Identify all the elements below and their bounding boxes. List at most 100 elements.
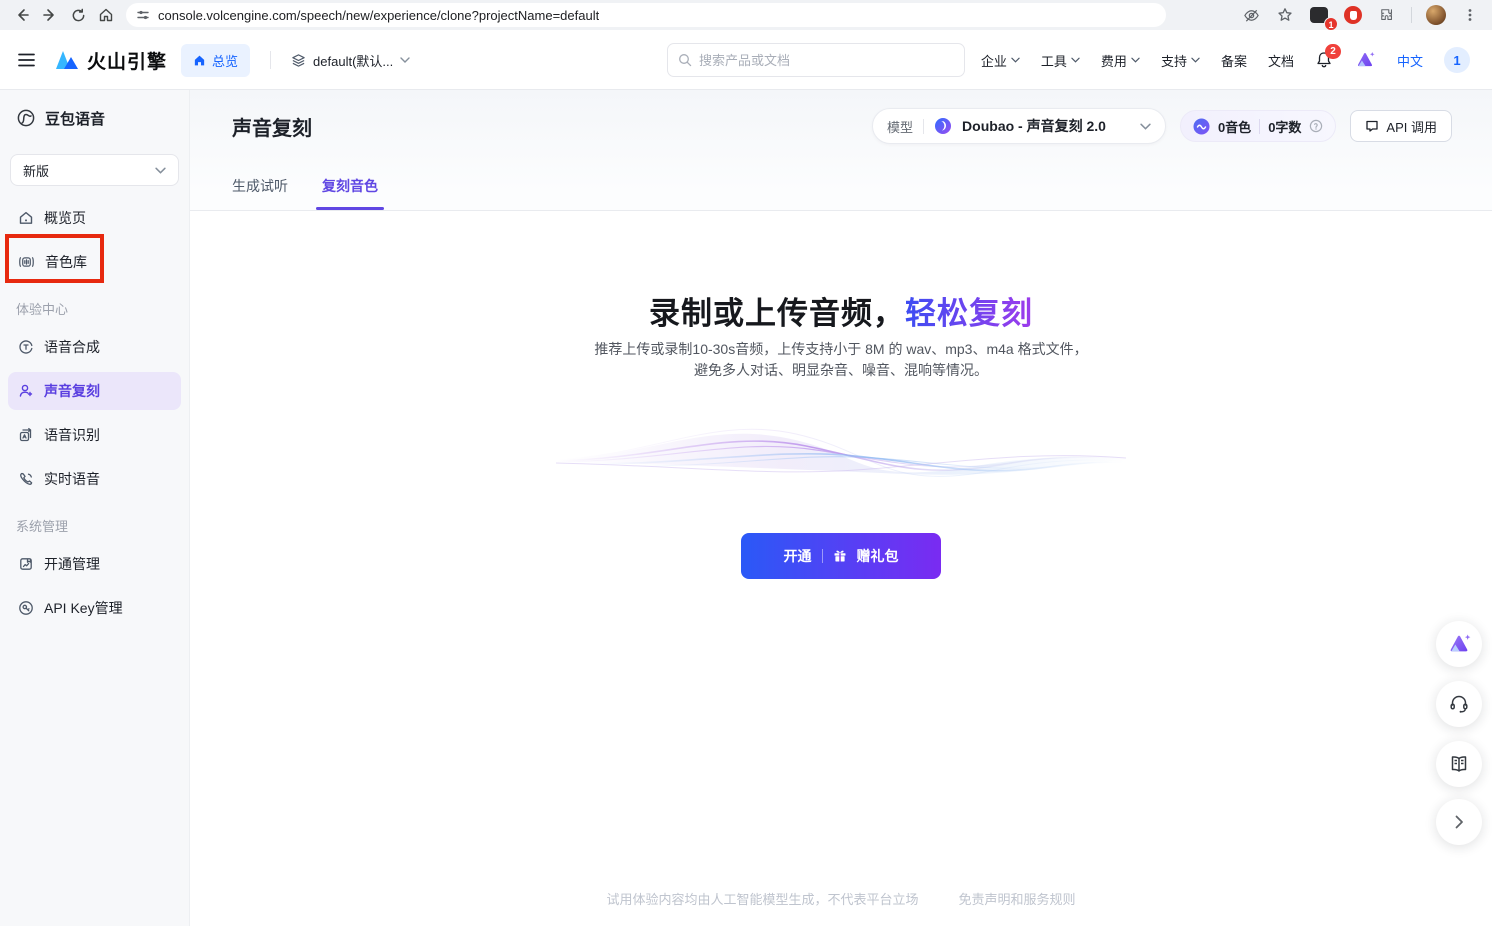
float-docs-button[interactable] [1436, 741, 1482, 787]
usage-voices: 0音色 [1218, 117, 1251, 136]
chevron-down-icon [155, 167, 166, 174]
back-icon[interactable] [8, 3, 36, 27]
sidebar-item-realtime[interactable]: 实时语音 [8, 460, 181, 498]
hero-title-accent: 轻松复刻 [905, 296, 1033, 331]
activate-gift-button[interactable]: 开通 赠礼包 [741, 533, 941, 579]
cta-open-label: 开通 [784, 546, 812, 566]
product-title: 豆包语音 [45, 108, 105, 129]
tab-clone-voice[interactable]: 复刻音色 [322, 176, 378, 210]
headset-icon [1448, 693, 1470, 715]
sidebar-item-label: API Key管理 [44, 598, 123, 618]
nav-billing[interactable]: 费用 [1101, 51, 1140, 70]
nav-billing-label: 费用 [1101, 51, 1127, 70]
float-collapse-button[interactable] [1436, 799, 1482, 845]
main-header: 声音复刻 模型 Doubao - 声音复刻 2.0 0音色 0字数 [190, 90, 1492, 211]
sidebar-section-system: 系统管理 [0, 504, 189, 545]
language-switcher[interactable]: 中文 [1397, 51, 1423, 70]
doubao-voice-logo-icon [16, 108, 36, 128]
chevron-down-icon [1140, 123, 1151, 130]
chevron-right-icon [1454, 815, 1464, 829]
privacy-eye-off-icon[interactable] [1237, 3, 1265, 27]
footer-disclaimer: 试用体验内容均由人工智能模型生成，不代表平台立场 [606, 889, 918, 908]
forward-icon[interactable] [36, 3, 64, 27]
site-settings-icon[interactable] [136, 8, 150, 22]
user-avatar[interactable]: 1 [1444, 47, 1470, 73]
api-call-button[interactable]: API 调用 [1350, 110, 1452, 142]
model-label: 模型 [887, 117, 913, 136]
version-label: 新版 [23, 161, 155, 180]
sidebar-item-label: 实时语音 [44, 469, 100, 489]
chevron-down-icon [1071, 57, 1080, 63]
doubao-model-icon [934, 117, 952, 135]
search-icon [678, 53, 692, 67]
sidebar-item-voice-library[interactable]: 音色库 [8, 243, 181, 281]
activation-doc-icon [18, 556, 34, 572]
hero-description: 推荐上传或录制10-30s音频，上传支持小于 8M 的 wav、mp3、m4a … [190, 339, 1492, 381]
api-call-label: API 调用 [1386, 117, 1437, 136]
quota-wave-icon [1193, 118, 1210, 135]
usage-chars: 0字数 [1268, 117, 1301, 136]
address-bar[interactable]: console.volcengine.com/speech/new/experi… [126, 3, 1166, 27]
hero-title: 录制或上传音频，轻松复刻 [190, 288, 1492, 333]
nav-tools-label: 工具 [1041, 51, 1067, 70]
logo-text: 火山引擎 [87, 47, 167, 74]
notification-badge: 2 [1325, 44, 1341, 59]
bookmark-star-icon[interactable] [1271, 3, 1299, 27]
sidebar-item-label: 语音合成 [44, 337, 100, 357]
nav-docs-label: 文档 [1268, 51, 1294, 70]
volcengine-mountain-icon [54, 48, 80, 72]
volcengine-logo[interactable]: 火山引擎 [54, 47, 167, 74]
cta-gift-label: 赠礼包 [857, 546, 899, 566]
sidebar-item-activation[interactable]: 开通管理 [8, 545, 181, 583]
api-key-icon [18, 600, 34, 616]
page-title: 声音复刻 [232, 112, 312, 141]
tab-generate-audition[interactable]: 生成试听 [232, 176, 288, 210]
sidebar-item-asr[interactable]: 语音识别 [8, 416, 181, 454]
nav-tools[interactable]: 工具 [1041, 51, 1080, 70]
hamburger-menu-icon[interactable] [12, 48, 40, 72]
model-value: Doubao - 声音复刻 2.0 [962, 116, 1106, 136]
sidebar-item-label: 声音复刻 [44, 381, 100, 401]
extension-app-icon[interactable]: 1 [1305, 3, 1333, 27]
home-icon[interactable] [92, 3, 120, 27]
nav-icp[interactable]: 备案 [1221, 51, 1247, 70]
search-input[interactable] [699, 53, 954, 68]
model-selector[interactable]: 模型 Doubao - 声音复刻 2.0 [872, 108, 1166, 144]
chevron-down-icon [1191, 57, 1200, 63]
version-select[interactable]: 新版 [10, 154, 179, 186]
voice-library-icon [18, 254, 35, 270]
footer-terms-link[interactable]: 免责声明和服务规则 [959, 889, 1076, 908]
notification-bell-icon[interactable]: 2 [1315, 51, 1333, 69]
ai-assistant-icon[interactable] [1354, 50, 1376, 70]
sidebar-item-label: 语音识别 [44, 425, 100, 445]
browser-profile-avatar[interactable] [1422, 3, 1450, 27]
nav-enterprise-label: 企业 [981, 51, 1007, 70]
sidebar-item-voice-clone[interactable]: 声音复刻 [8, 372, 181, 410]
product-header[interactable]: 豆包语音 [0, 90, 189, 130]
nav-enterprise[interactable]: 企业 [981, 51, 1020, 70]
extensions-puzzle-icon[interactable] [1373, 3, 1401, 27]
sidebar-item-api-key[interactable]: API Key管理 [8, 589, 181, 627]
nav-support[interactable]: 支持 [1161, 51, 1200, 70]
sidebar-item-label: 开通管理 [44, 554, 100, 574]
chevron-down-icon [1011, 57, 1020, 63]
help-circle-icon[interactable] [1309, 119, 1323, 133]
refresh-icon[interactable] [64, 3, 92, 27]
sidebar-item-tts[interactable]: 语音合成 [8, 328, 181, 366]
ai-mountain-icon [1446, 632, 1472, 656]
overview-label: 总览 [212, 51, 238, 70]
adblock-icon[interactable] [1339, 3, 1367, 27]
float-support-button[interactable] [1436, 681, 1482, 727]
chevron-down-icon [400, 57, 410, 63]
project-switcher[interactable]: default(默认... [291, 51, 410, 70]
usage-quota-badge[interactable]: 0音色 0字数 [1180, 110, 1336, 142]
sidebar-item-overview[interactable]: 概览页 [8, 199, 181, 237]
overview-button[interactable]: 总览 [181, 44, 250, 77]
product-search[interactable] [667, 43, 965, 77]
nav-docs[interactable]: 文档 [1268, 51, 1294, 70]
browser-menu-icon[interactable] [1456, 3, 1484, 27]
gift-icon [833, 549, 847, 563]
project-label: default(默认... [313, 51, 393, 70]
voice-clone-icon [18, 383, 34, 399]
float-ai-assistant-button[interactable] [1436, 621, 1482, 667]
